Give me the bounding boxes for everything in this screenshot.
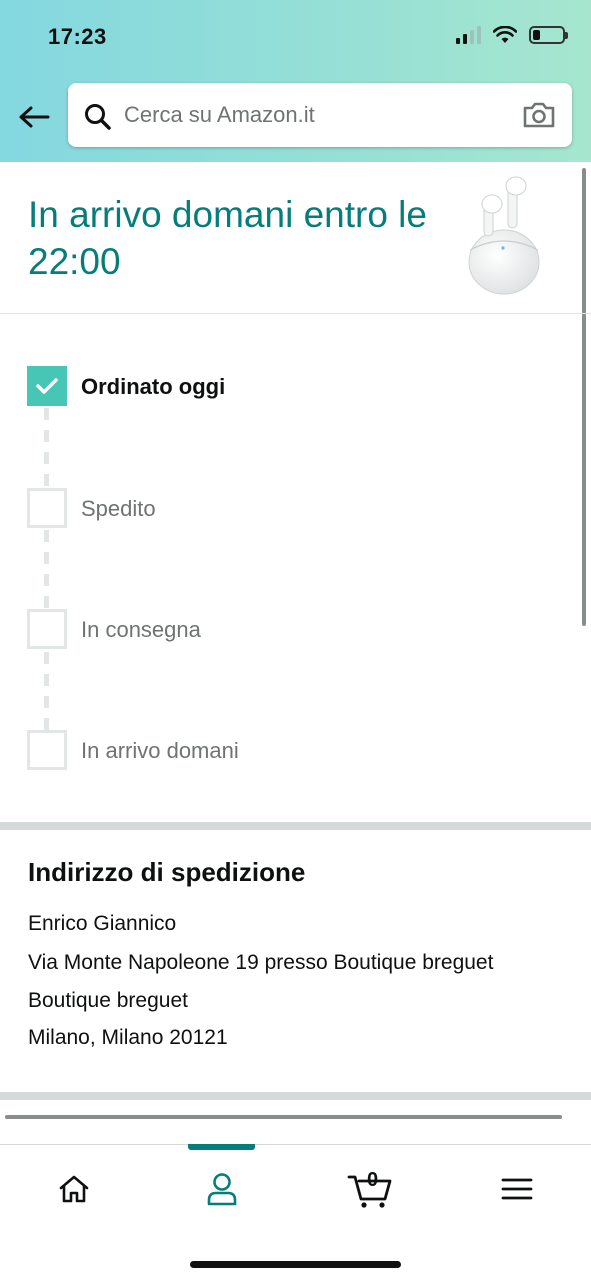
step-checkbox-arriving xyxy=(27,730,67,770)
cart-count: 0 xyxy=(367,1169,379,1191)
arrival-title: In arrivo domani entro le 22:00 xyxy=(28,194,427,282)
scrollbar[interactable] xyxy=(582,168,586,626)
horizontal-scrollbar xyxy=(5,1115,562,1119)
search-bar[interactable] xyxy=(68,83,572,147)
home-icon xyxy=(59,1175,89,1203)
cellular-signal-icon xyxy=(456,26,481,44)
status-time: 17:23 xyxy=(48,24,107,49)
timeline-connector xyxy=(44,652,49,732)
product-image[interactable] xyxy=(456,170,556,300)
check-icon xyxy=(36,378,58,394)
step-checkbox-ordered xyxy=(27,366,67,406)
step-label-out-for-delivery: In consegna xyxy=(81,617,201,642)
step-checkbox-shipped xyxy=(27,488,67,528)
cart-wrapper: 0 xyxy=(347,1169,393,1209)
step-label-ordered: Ordinato oggi xyxy=(81,374,226,399)
user-icon xyxy=(207,1173,237,1206)
address-line: Milano, Milano 20121 xyxy=(28,1026,228,1049)
address-line: Enrico Giannico xyxy=(28,912,177,935)
menu-icon xyxy=(501,1178,533,1200)
section-divider xyxy=(0,313,591,314)
arrow-left-icon xyxy=(19,106,50,128)
shipping-address-title: Indirizzo di spedizione xyxy=(28,857,306,887)
header: 17:23 xyxy=(0,0,591,162)
bottom-tab-bar: 0 xyxy=(0,1144,591,1280)
battery-icon xyxy=(529,26,568,44)
timeline-connector xyxy=(44,408,49,488)
address-line: Via Monte Napoleone 19 presso Boutique b… xyxy=(28,951,494,974)
tab-menu[interactable] xyxy=(467,1145,567,1233)
home-indicator xyxy=(190,1261,401,1268)
step-label-shipped: Spedito xyxy=(81,496,156,521)
search-icon xyxy=(85,104,111,130)
tab-account[interactable] xyxy=(172,1145,272,1233)
status-icons xyxy=(456,26,568,44)
camera-icon[interactable] xyxy=(522,101,556,129)
step-checkbox-out-for-delivery xyxy=(27,609,67,649)
tab-home[interactable] xyxy=(24,1145,124,1233)
step-label-arriving: In arrivo domani xyxy=(81,738,239,763)
section-divider xyxy=(0,822,591,830)
back-button[interactable] xyxy=(14,100,54,134)
address-line: Boutique breguet xyxy=(28,989,188,1012)
section-divider xyxy=(0,1092,591,1100)
tab-cart[interactable]: 0 xyxy=(320,1145,420,1233)
wifi-icon xyxy=(493,26,517,43)
timeline-connector xyxy=(44,530,49,610)
search-input[interactable] xyxy=(124,97,514,133)
